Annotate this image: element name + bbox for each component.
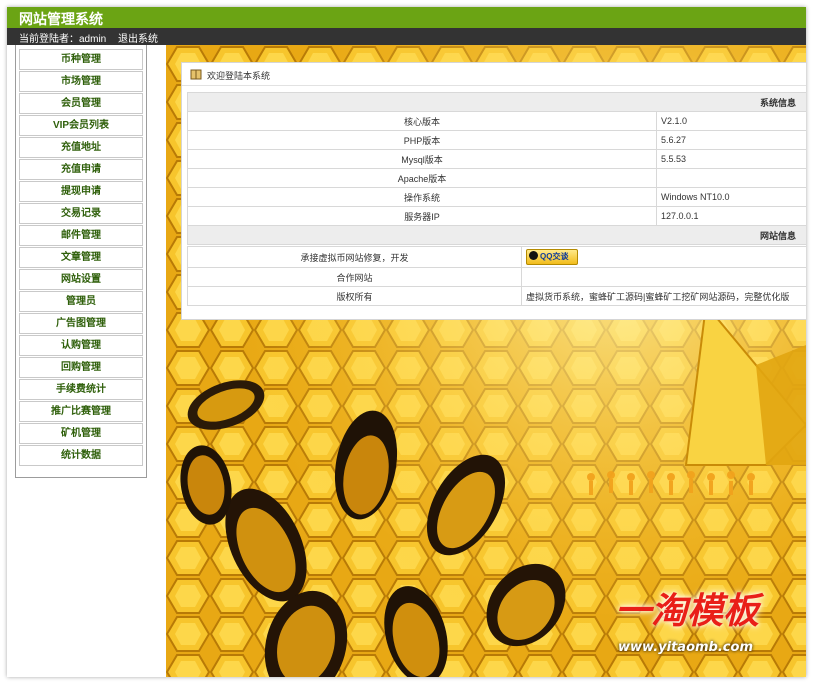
row-value: V2.1.0 xyxy=(656,111,806,131)
logout-link[interactable]: 退出系统 xyxy=(118,30,158,45)
info-table: 系统信息 核心版本 V2.1.0 PHP版本 5.6.27 Mysql版本 5.… xyxy=(187,92,806,245)
row-value xyxy=(656,168,806,188)
sidebar-item-mail[interactable]: 邮件管理 xyxy=(19,225,143,246)
site-title: 网站管理系统 xyxy=(19,11,103,27)
top-bar: 网站管理系统 xyxy=(7,7,806,28)
sidebar-item-withdraw-requests[interactable]: 提现申请 xyxy=(19,181,143,202)
row-key: Apache版本 xyxy=(187,168,657,188)
sidebar-item-fee-stats[interactable]: 手续费统计 xyxy=(19,379,143,400)
sidebar-item-buyback[interactable]: 回购管理 xyxy=(19,357,143,378)
partner-label: 合作网站 xyxy=(187,267,522,287)
sidebar-item-ad-images[interactable]: 广告图管理 xyxy=(19,313,143,334)
sidebar-item-admins[interactable]: 管理员 xyxy=(19,291,143,312)
sidebar-item-members[interactable]: 会员管理 xyxy=(19,93,143,114)
site-info-table: 承接虚拟币网站修复，开发 QQ交谈 合作网站 版权所有 虚拟货币系统，蜜蜂矿工源… xyxy=(187,246,806,306)
user-bar: 当前登陆者：admin 退出系统 xyxy=(7,28,806,45)
copyright-value: 虚拟货币系统，蜜蜂矿工源码|蜜蜂矿工挖矿网站源码，完整优化版 xyxy=(521,286,806,306)
book-icon xyxy=(190,69,202,80)
copyright-label: 版权所有 xyxy=(187,286,522,306)
table-row: 版权所有 虚拟货币系统，蜜蜂矿工源码|蜜蜂矿工挖矿网站源码，完整优化版 xyxy=(187,286,806,306)
app-frame: 网站管理系统 当前登陆者：admin 退出系统 币种管理 市场管理 会员管理 V… xyxy=(7,7,806,677)
table-row: PHP版本 5.6.27 xyxy=(187,130,806,150)
table-row: 核心版本 V2.1.0 xyxy=(187,111,806,131)
sidebar: 币种管理 市场管理 会员管理 VIP会员列表 充值地址 充值申请 提现申请 交易… xyxy=(15,45,147,478)
site-info-header-row: 网站信息 xyxy=(187,225,806,245)
row-value: 127.0.0.1 xyxy=(656,206,806,226)
sidebar-item-statistics[interactable]: 统计数据 xyxy=(19,445,143,466)
sidebar-item-articles[interactable]: 文章管理 xyxy=(19,247,143,268)
sidebar-item-deposit-address[interactable]: 充值地址 xyxy=(19,137,143,158)
table-row: 服务器IP 127.0.0.1 xyxy=(187,206,806,226)
site-info-heading: 网站信息 xyxy=(187,225,806,245)
table-row: Mysql版本 5.5.53 xyxy=(187,149,806,169)
welcome-panel: 欢迎登陆本系统 系统信息 核心版本 V2.1.0 PHP版本 5.6.27 My… xyxy=(181,62,806,320)
contact-cell: QQ交谈 xyxy=(521,246,806,268)
table-row: 承接虚拟币网站修复，开发 QQ交谈 xyxy=(187,246,806,268)
sidebar-item-vip-members[interactable]: VIP会员列表 xyxy=(19,115,143,136)
sidebar-item-site-settings[interactable]: 网站设置 xyxy=(19,269,143,290)
row-value: 5.5.53 xyxy=(656,149,806,169)
watermark-url: www.yitaomb.com xyxy=(618,640,753,655)
row-key: Mysql版本 xyxy=(187,149,657,169)
current-user-label: 当前登陆者：admin xyxy=(19,34,107,45)
table-row: 操作系统 Windows NT10.0 xyxy=(187,187,806,207)
row-key: 核心版本 xyxy=(187,111,657,131)
contact-label: 承接虚拟币网站修复，开发 xyxy=(187,246,522,268)
sidebar-item-promo-contest[interactable]: 推广比赛管理 xyxy=(19,401,143,422)
sidebar-item-market[interactable]: 市场管理 xyxy=(19,71,143,92)
sidebar-item-trades[interactable]: 交易记录 xyxy=(19,203,143,224)
partner-value xyxy=(521,267,806,287)
table-row: 合作网站 xyxy=(187,267,806,287)
row-value: 5.6.27 xyxy=(656,130,806,150)
panel-title: 欢迎登陆本系统 xyxy=(207,71,271,81)
sidebar-item-miners[interactable]: 矿机管理 xyxy=(19,423,143,444)
table-row: Apache版本 xyxy=(187,168,806,188)
sidebar-item-subscriptions[interactable]: 认购管理 xyxy=(19,335,143,356)
sidebar-item-deposit-requests[interactable]: 充值申请 xyxy=(19,159,143,180)
sidebar-item-currency[interactable]: 币种管理 xyxy=(19,49,143,70)
row-key: PHP版本 xyxy=(187,130,657,150)
main-content: 欢迎登陆本系统 系统信息 核心版本 V2.1.0 PHP版本 5.6.27 My… xyxy=(166,45,806,677)
system-info-header-row: 系统信息 xyxy=(187,92,806,112)
qq-penguin-icon xyxy=(529,251,538,261)
row-key: 操作系统 xyxy=(187,187,657,207)
qq-chat-button[interactable]: QQ交谈 xyxy=(526,249,578,265)
row-value: Windows NT10.0 xyxy=(656,187,806,207)
row-key: 服务器IP xyxy=(187,206,657,226)
panel-header: 欢迎登陆本系统 xyxy=(182,63,806,86)
qq-chat-label: QQ交谈 xyxy=(540,252,569,261)
system-info-heading: 系统信息 xyxy=(187,92,806,112)
watermark-logo: 一淘模板 xyxy=(614,590,759,632)
